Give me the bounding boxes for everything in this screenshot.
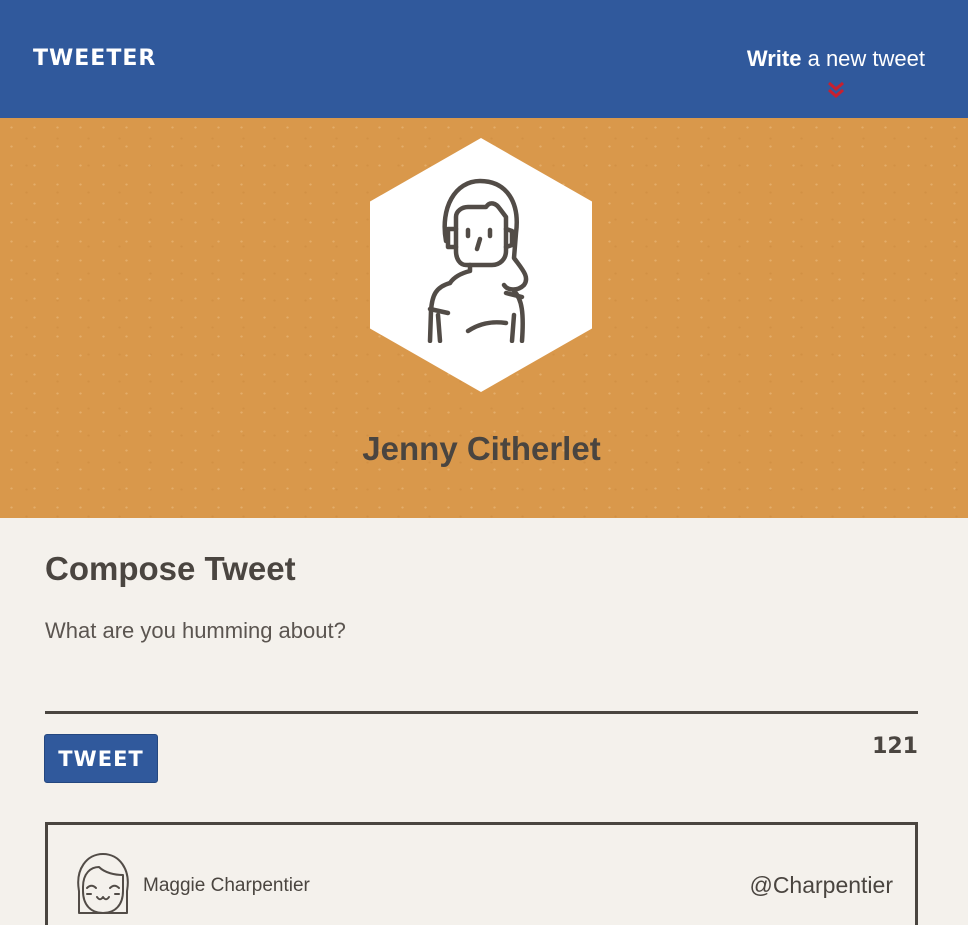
tweet-card: Maggie Charpentier @Charpentier: [45, 822, 918, 925]
tweet-textarea[interactable]: [45, 618, 918, 714]
profile-name: Jenny Citherlet: [362, 430, 601, 467]
top-nav: TWEETER Write a new tweet: [0, 0, 968, 118]
tweet-author: Maggie Charpentier: [143, 875, 310, 896]
new-tweet-label: a new tweet: [801, 46, 925, 71]
brand-logo[interactable]: TWEETER: [33, 46, 156, 71]
compose-title: Compose Tweet: [45, 550, 296, 587]
write-label: Write: [746, 46, 802, 71]
tweet-button[interactable]: TWEET: [44, 734, 158, 783]
girl-avatar-icon: [77, 853, 129, 914]
woman-avatar-icon: [427, 178, 529, 343]
chevron-double-down-icon[interactable]: [827, 80, 845, 100]
character-counter: 121: [872, 734, 918, 759]
write-new-tweet-link[interactable]: Write a new tweet: [747, 46, 925, 72]
tweet-handle[interactable]: @Charpentier: [749, 872, 893, 899]
profile-header: Jenny Citherlet: [0, 118, 968, 518]
